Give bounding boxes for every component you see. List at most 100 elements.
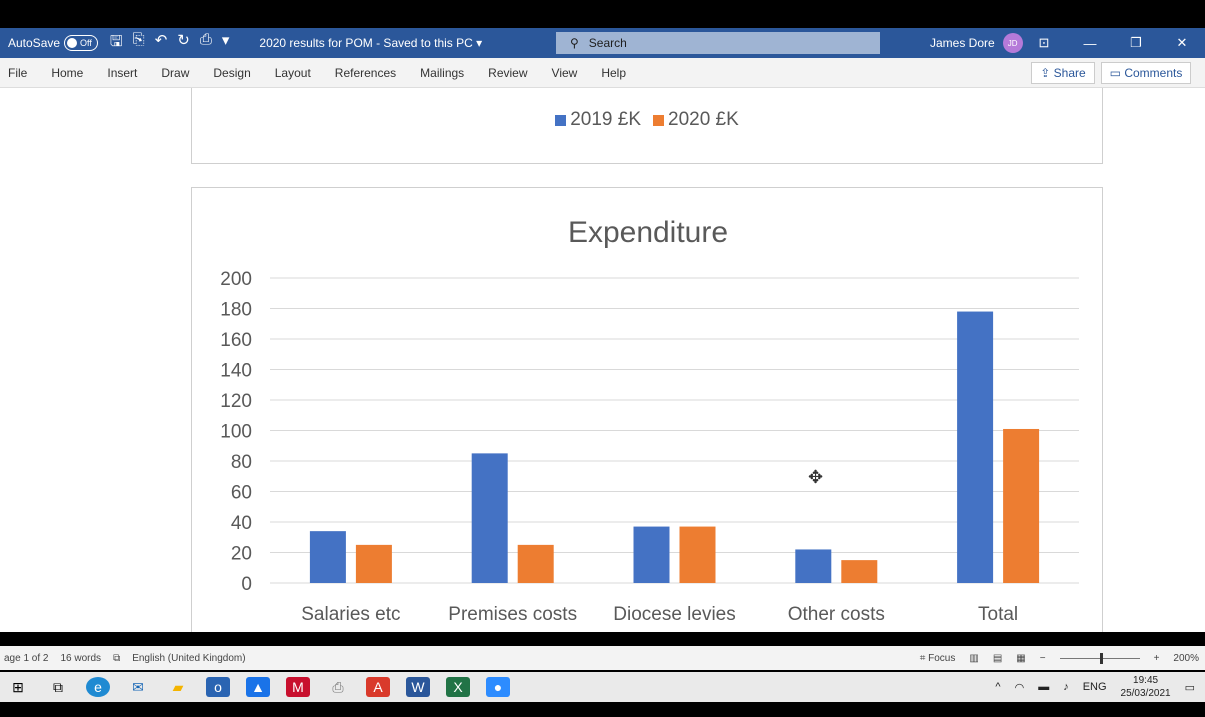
file-explorer-icon[interactable]: ▰: [166, 677, 190, 697]
bar-2019[interactable]: [957, 311, 994, 583]
share-label: Share: [1053, 66, 1086, 80]
y-tick-label: 60: [231, 483, 252, 504]
edge-icon[interactable]: e: [86, 677, 110, 697]
word-count[interactable]: 16 words: [60, 653, 101, 664]
printer-icon[interactable]: ⎙: [326, 677, 350, 697]
web-layout-icon[interactable]: ▦: [1016, 653, 1025, 664]
share-icon: ⇪: [1040, 66, 1054, 80]
mcafee-icon[interactable]: M: [286, 677, 310, 697]
tab-review[interactable]: Review: [476, 66, 539, 80]
zoom-knob[interactable]: [1099, 652, 1103, 664]
y-tick-label: 20: [231, 544, 252, 565]
bar-2019[interactable]: [795, 549, 832, 583]
redo-icon[interactable]: ↻: [177, 31, 190, 56]
task-view-icon[interactable]: ⧉: [46, 677, 70, 697]
income-chart-frame[interactable]: 2019 £K 2020 £K: [191, 88, 1103, 164]
minimize-icon[interactable]: —: [1067, 28, 1113, 58]
focus-button[interactable]: ⌗ Focus: [920, 653, 956, 664]
legend-swatch: [653, 114, 664, 126]
bar-2020[interactable]: [1003, 428, 1040, 583]
close-icon[interactable]: ✕: [1159, 28, 1205, 58]
zoom-level[interactable]: 200%: [1173, 653, 1199, 664]
y-tick-label: 200: [220, 269, 252, 290]
language[interactable]: English (United Kingdom): [132, 653, 245, 664]
tab-home[interactable]: Home: [39, 66, 95, 80]
comments-button[interactable]: ▭ Comments: [1101, 62, 1191, 84]
zoom-app-icon[interactable]: ●: [486, 677, 510, 697]
input-language[interactable]: ENG: [1083, 681, 1107, 693]
y-tick-label: 100: [220, 422, 252, 443]
user-account[interactable]: James Dore JD: [930, 28, 1023, 58]
status-right: ⌗ Focus ▥ ▤ ▦ − + 200%: [920, 646, 1199, 670]
legend-label: 2020 £K: [668, 109, 739, 130]
tab-mailings[interactable]: Mailings: [408, 66, 476, 80]
bar-2020[interactable]: [679, 526, 716, 583]
page-count[interactable]: age 1 of 2: [4, 653, 48, 664]
volume-icon[interactable]: ♪: [1063, 681, 1069, 693]
windows-start-icon[interactable]: ⊞: [6, 677, 30, 697]
read-mode-icon[interactable]: ▥: [969, 653, 978, 664]
bar-2020[interactable]: [355, 544, 392, 583]
x-category-label: Other costs: [788, 604, 885, 625]
tab-help[interactable]: Help: [589, 66, 638, 80]
comment-icon: ▭: [1109, 66, 1125, 80]
system-tray: ^ ◠ ▬ ♪ ENG 19:45 25/03/2021 ▭: [995, 672, 1195, 702]
acrobat-icon[interactable]: A: [366, 677, 390, 697]
battery-icon[interactable]: ▬: [1038, 681, 1049, 693]
zoom-in-icon[interactable]: +: [1154, 653, 1160, 664]
tab-layout[interactable]: Layout: [263, 66, 323, 80]
document-canvas[interactable]: 2019 £K 2020 £K Expenditure 0 20 40 60 80 100…: [0, 88, 1205, 632]
tab-references[interactable]: References: [323, 66, 408, 80]
chart-title: Expenditure: [568, 216, 728, 249]
wifi-icon[interactable]: ◠: [1015, 681, 1025, 694]
legend-item-2019: 2019 £K: [555, 109, 641, 131]
clock[interactable]: 19:45 25/03/2021: [1121, 674, 1171, 700]
x-category-label: Total: [978, 604, 1018, 625]
proofing-icon[interactable]: ⧉: [113, 653, 120, 664]
share-button[interactable]: ⇪ Share: [1031, 62, 1095, 84]
move-cursor-icon: ✥: [808, 467, 824, 487]
bar-2020[interactable]: [841, 560, 878, 583]
autosave[interactable]: AutoSave Off: [8, 35, 98, 51]
bar-2019[interactable]: [471, 453, 508, 583]
zoom-slider[interactable]: [1059, 652, 1140, 664]
print-icon[interactable]: ⎙: [200, 31, 212, 56]
y-tick-label: 0: [241, 574, 252, 595]
notifications-icon[interactable]: ▭: [1185, 681, 1195, 694]
photos-icon[interactable]: ▲: [246, 677, 270, 697]
undo-icon[interactable]: ↶: [155, 31, 168, 56]
ribbon-display-icon[interactable]: ⊡: [1021, 28, 1067, 58]
avatar[interactable]: JD: [1002, 33, 1023, 53]
search-placeholder: Search: [588, 36, 627, 50]
save-as-icon[interactable]: ⎘: [133, 31, 145, 56]
bar-2019[interactable]: [309, 531, 346, 583]
document-title[interactable]: 2020 results for POM - Saved to this PC …: [259, 36, 482, 50]
tab-view[interactable]: View: [540, 66, 590, 80]
bar-2019[interactable]: [633, 526, 670, 583]
save-icon[interactable]: 🖫: [110, 31, 123, 56]
expenditure-chart-frame[interactable]: Expenditure 0 20 40 60 80 100 120 140 160 180 200 …: [191, 187, 1103, 632]
restore-icon[interactable]: ❐: [1113, 28, 1159, 58]
x-category-label: Salaries etc: [301, 604, 400, 625]
window-controls: ⊡ — ❐ ✕: [1021, 28, 1205, 58]
zoom-out-icon[interactable]: −: [1040, 653, 1046, 664]
search-box[interactable]: ⚲ Search: [556, 32, 880, 54]
mail-icon[interactable]: ✉: [126, 677, 150, 697]
focus-icon: ⌗: [919, 652, 929, 664]
customize-qat-icon[interactable]: ▾: [222, 31, 230, 56]
bar-2020[interactable]: [517, 544, 554, 583]
tab-insert[interactable]: Insert: [95, 66, 149, 80]
tab-draw[interactable]: Draw: [149, 66, 201, 80]
word-icon[interactable]: W: [406, 677, 430, 697]
autosave-state: Off: [80, 38, 92, 48]
taskbar: ⊞ ⧉ e ✉ ▰ o ▲ M ⎙ A W X ● ^ ◠ ▬ ♪ ENG 19…: [0, 672, 1205, 702]
chevron-up-icon[interactable]: ^: [995, 681, 1000, 693]
tab-design[interactable]: Design: [201, 66, 262, 80]
user-name: James Dore: [930, 36, 995, 50]
tab-file[interactable]: File: [0, 66, 39, 80]
excel-icon[interactable]: X: [446, 677, 470, 697]
outlook-icon[interactable]: o: [206, 677, 230, 697]
autosave-toggle[interactable]: Off: [64, 35, 98, 51]
print-layout-icon[interactable]: ▤: [993, 653, 1002, 664]
y-tick-label: 40: [231, 513, 252, 534]
